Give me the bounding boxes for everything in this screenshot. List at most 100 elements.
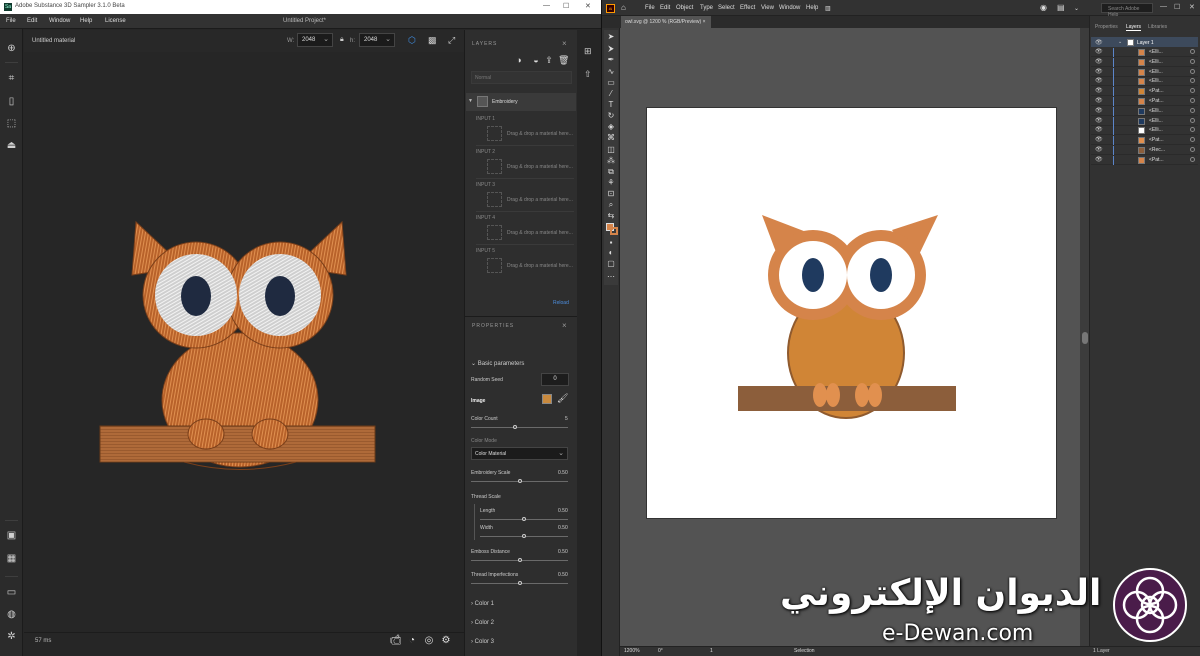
eye-icon[interactable]: 👁︎ [1095, 127, 1103, 133]
blend-tool-icon[interactable]: ⧉ [606, 167, 616, 177]
eye-icon[interactable]: 👁︎ [1095, 118, 1103, 124]
tab-libraries[interactable]: Libraries [1148, 24, 1167, 30]
paintbrush-tool-icon[interactable]: ⁄ [606, 89, 616, 99]
stroke-swatch[interactable] [610, 227, 618, 235]
ai-menu-view[interactable]: View [761, 5, 774, 11]
color-1-section[interactable]: › Color 1 [471, 601, 494, 607]
toolbox-icon[interactable]: ▦ [6, 553, 17, 564]
width-select[interactable]: 2048 ⌄ [297, 33, 333, 47]
sublayer-row[interactable]: 👁︎ <Elli... [1091, 48, 1198, 57]
sublayer-row[interactable]: 👁︎ <Elli... [1091, 77, 1198, 87]
artboard-number[interactable]: 1 [710, 648, 713, 654]
workspace-icon[interactable]: ▤ [1057, 3, 1065, 12]
slider-knob[interactable] [518, 558, 522, 562]
environment-icon[interactable]: ◎ [423, 635, 435, 647]
select-icon[interactable]: ⬚ [6, 118, 17, 129]
3d-view-icon[interactable]: ⬡ [408, 35, 416, 46]
target-icon[interactable] [1190, 156, 1195, 162]
target-icon[interactable] [1190, 49, 1195, 54]
ai-menu-edit[interactable]: Edit [660, 5, 670, 11]
arrange-icon[interactable]: ▥ [825, 5, 831, 12]
selection-tool-icon[interactable]: ➤ [606, 32, 616, 42]
color-mode-icon[interactable]: ▪ [606, 238, 616, 248]
eye-icon[interactable]: 👁︎ [1095, 78, 1103, 84]
ai-menu-object[interactable]: Object [676, 5, 693, 11]
eraser-tool-icon[interactable]: ◈ [606, 122, 616, 132]
document-tab[interactable]: owl.svg @ 1200 % (RGB/Preview) × [621, 16, 711, 28]
sublayer-row[interactable]: 👁︎ <Elli... [1091, 57, 1198, 67]
close-icon[interactable]: ✕ [585, 2, 591, 10]
eye-icon[interactable]: 👁︎ [1095, 69, 1103, 75]
properties-panel-icon[interactable]: ⊞ [584, 46, 592, 57]
ai-menu-file[interactable]: File [645, 5, 655, 11]
minimize-icon[interactable]: — [1160, 3, 1167, 10]
target-icon[interactable] [1190, 127, 1195, 133]
settings-icon[interactable]: ✲ [6, 631, 17, 642]
ai-menu-window[interactable]: Window [779, 5, 800, 11]
direct-selection-tool-icon[interactable]: ⮞ [606, 44, 616, 54]
close-icon[interactable]: × [703, 19, 706, 25]
ai-menu-type[interactable]: Type [700, 5, 713, 11]
type-tool-icon[interactable]: T [606, 100, 616, 110]
input-1-slot[interactable] [487, 126, 502, 141]
library-icon[interactable]: ▣ [6, 530, 17, 541]
more-tools-icon[interactable]: ⋯ [606, 272, 616, 282]
export-icon[interactable]: ⇪ [544, 55, 554, 65]
lock-icon[interactable]: 🔒︎ [340, 36, 344, 44]
random-seed-input[interactable]: 0 [541, 373, 569, 386]
rotation-angle[interactable]: 0° [658, 648, 663, 654]
blend-mode-select[interactable]: Normal [471, 71, 572, 84]
artboard[interactable] [646, 107, 1057, 519]
target-icon[interactable] [1190, 88, 1195, 94]
close-icon[interactable]: × [562, 321, 567, 330]
rotate-tool-icon[interactable]: ↻ [606, 111, 616, 121]
target-icon[interactable] [1190, 78, 1195, 84]
stamp-icon[interactable]: ⏏ [6, 140, 17, 151]
target-icon[interactable] [1190, 98, 1195, 103]
scroll-thumb[interactable] [1082, 332, 1088, 344]
slider-knob[interactable] [518, 581, 522, 585]
sublayer-row[interactable]: 👁︎ <Elli... [1091, 116, 1198, 126]
2d-view-icon[interactable]: ▩ [428, 35, 437, 46]
slider-knob[interactable] [518, 479, 522, 483]
slider-knob[interactable] [522, 517, 526, 521]
eye-icon[interactable]: 👁︎ [1095, 49, 1103, 55]
target-icon[interactable] [1190, 58, 1195, 64]
target-icon[interactable] [1190, 117, 1195, 123]
draw-mode-icon[interactable]: ◐ [606, 248, 616, 258]
symbol-sprayer-icon[interactable]: ⚘ [606, 178, 616, 188]
mask-icon[interactable]: ◒ [531, 55, 541, 65]
account-icon[interactable]: ◉ [1040, 3, 1047, 12]
tab-properties[interactable]: Properties [1095, 24, 1118, 30]
eyedropper-tool-icon[interactable]: ⁂ [606, 156, 616, 166]
width-tool-icon[interactable]: ⌘ [606, 133, 616, 143]
menu-help[interactable]: Help [80, 18, 92, 24]
zoom-level[interactable]: 1200% [624, 648, 640, 654]
sublayer-row[interactable]: 👁︎ <Elli... [1091, 106, 1198, 116]
color-count-slider[interactable] [471, 427, 568, 428]
crop-icon[interactable]: ⌗ [6, 73, 17, 84]
lighting-icon[interactable]: ◔ [406, 635, 418, 647]
ai-menu-help[interactable]: Help [806, 5, 818, 11]
viewport[interactable] [24, 52, 464, 632]
menu-license[interactable]: License [105, 18, 126, 24]
brush-icon[interactable]: 🖌︎ [557, 393, 568, 404]
maximize-icon[interactable]: ☐ [1174, 3, 1180, 11]
expand-icon[interactable]: ⤢ [448, 35, 455, 46]
target-icon[interactable] [1190, 137, 1195, 143]
color-2-section[interactable]: › Color 2 [471, 620, 494, 626]
slider-knob[interactable] [522, 534, 526, 538]
input-5-slot[interactable] [487, 258, 502, 273]
screen-mode-icon[interactable]: ▢ [606, 259, 616, 269]
trash-icon[interactable]: 🗑︎ [558, 55, 569, 65]
display-icon[interactable]: ▭ [6, 587, 17, 598]
help-search-input[interactable]: Search Adobe Help [1101, 3, 1153, 18]
input-3-slot[interactable] [487, 192, 502, 207]
sublayer-row[interactable]: 👁︎ <Elli... [1091, 126, 1198, 136]
input-2-slot[interactable] [487, 159, 502, 174]
tab-layers[interactable]: Layers [1126, 24, 1142, 31]
target-icon[interactable] [1190, 107, 1195, 113]
eye-icon[interactable]: 👁︎ [1095, 157, 1103, 163]
sublayer-row[interactable]: 👁︎ <Elli... [1091, 67, 1198, 77]
ai-menu-select[interactable]: Select [718, 5, 735, 11]
